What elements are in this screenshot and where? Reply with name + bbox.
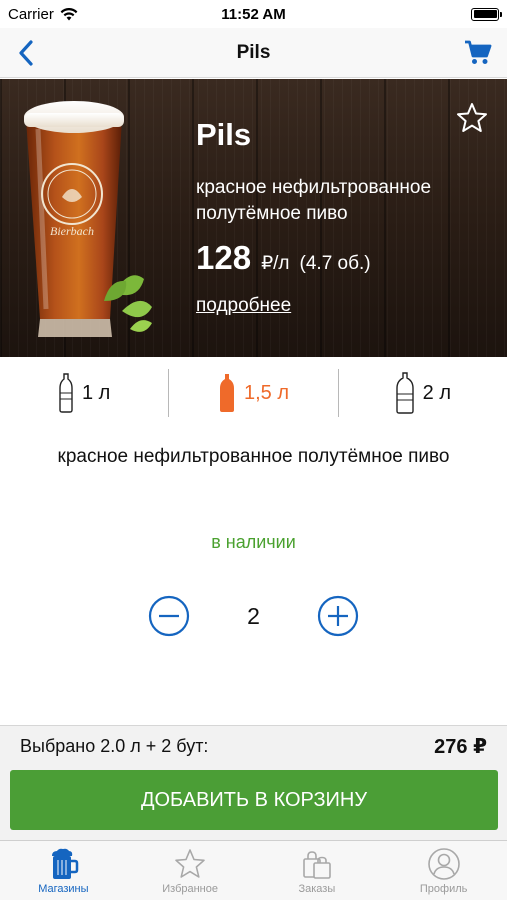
bottle-icon <box>59 373 73 413</box>
volume-label: 2 л <box>422 381 451 404</box>
increase-button[interactable] <box>317 595 359 637</box>
bottle-icon <box>395 372 414 414</box>
favorite-star-icon[interactable] <box>455 101 489 135</box>
tab-favorites[interactable]: Избранное <box>127 841 254 900</box>
availability-status: в наличии <box>211 532 296 552</box>
alcohol-volume: (4.7 об.) <box>299 253 371 274</box>
battery-icon <box>471 7 502 21</box>
status-bar: Carrier 11:52 AM <box>0 0 507 28</box>
star-icon <box>175 849 205 878</box>
quantity-stepper: 2 <box>0 594 507 638</box>
beer-glass-image: Bierbach <box>24 101 152 337</box>
glass-logo-text: Bierbach <box>50 224 94 238</box>
volume-option-1-5l[interactable]: 1,5 л <box>169 360 337 426</box>
volume-label: 1 л <box>81 381 111 404</box>
price-row: 128 ₽/л (4.7 об.) <box>196 239 371 277</box>
battery-level <box>473 10 497 18</box>
back-button[interactable] <box>10 37 42 69</box>
add-to-cart-button[interactable]: ДОБАВИТЬ В КОРЗИНУ <box>10 770 498 830</box>
shopping-bags-icon <box>303 851 331 879</box>
volume-selector: 1 л 1,5 л 2 л <box>0 360 507 426</box>
product-description: красное нефильтрованное полутёмное пиво <box>57 446 450 467</box>
status-left: Carrier <box>8 6 78 23</box>
tab-bar: Магазины Избранное Заказы Профиль <box>0 840 507 900</box>
selection-summary: Выбрано 2.0 л + 2 бут: <box>20 736 209 756</box>
quantity-value: 2 <box>247 602 260 629</box>
tab-shops[interactable]: Магазины <box>0 841 127 900</box>
navigation-bar: Pils <box>0 28 507 78</box>
more-details-link[interactable]: подробнее <box>196 295 291 317</box>
carrier-label: Carrier <box>8 5 54 23</box>
chevron-left-icon <box>19 40 33 66</box>
product-price: 128 <box>196 239 252 276</box>
volume-option-2l[interactable]: 2 л <box>339 360 507 426</box>
tab-label: Избранное <box>162 883 218 895</box>
cart-icon <box>465 40 492 64</box>
tab-profile[interactable]: Профиль <box>380 841 507 900</box>
volume-option-1l[interactable]: 1 л <box>0 360 168 426</box>
volume-label: 1,5 л <box>243 381 289 404</box>
tab-label: Магазины <box>38 883 89 895</box>
page-title: Pils <box>236 41 271 63</box>
beer-mug-icon <box>52 848 79 879</box>
tab-label: Заказы <box>298 883 336 895</box>
tab-orders[interactable]: Заказы <box>254 841 381 900</box>
tab-label: Профиль <box>419 883 468 895</box>
wifi-icon <box>60 7 78 20</box>
product-short-description: красное нефильтрованное полутёмное пиво <box>196 177 432 224</box>
bottle-filled-icon <box>219 374 234 412</box>
product-title: Pils <box>196 117 252 152</box>
product-hero: Bierbach Pils красное нефильтрованное по… <box>0 79 507 357</box>
decrease-button[interactable] <box>148 595 190 637</box>
price-unit: ₽/л <box>261 253 290 274</box>
order-summary: Выбрано 2.0 л + 2 бут: 276 ₽ <box>0 725 507 767</box>
cart-button[interactable] <box>463 38 493 68</box>
profile-icon <box>427 848 460 880</box>
total-price: 276 ₽ <box>434 736 487 758</box>
